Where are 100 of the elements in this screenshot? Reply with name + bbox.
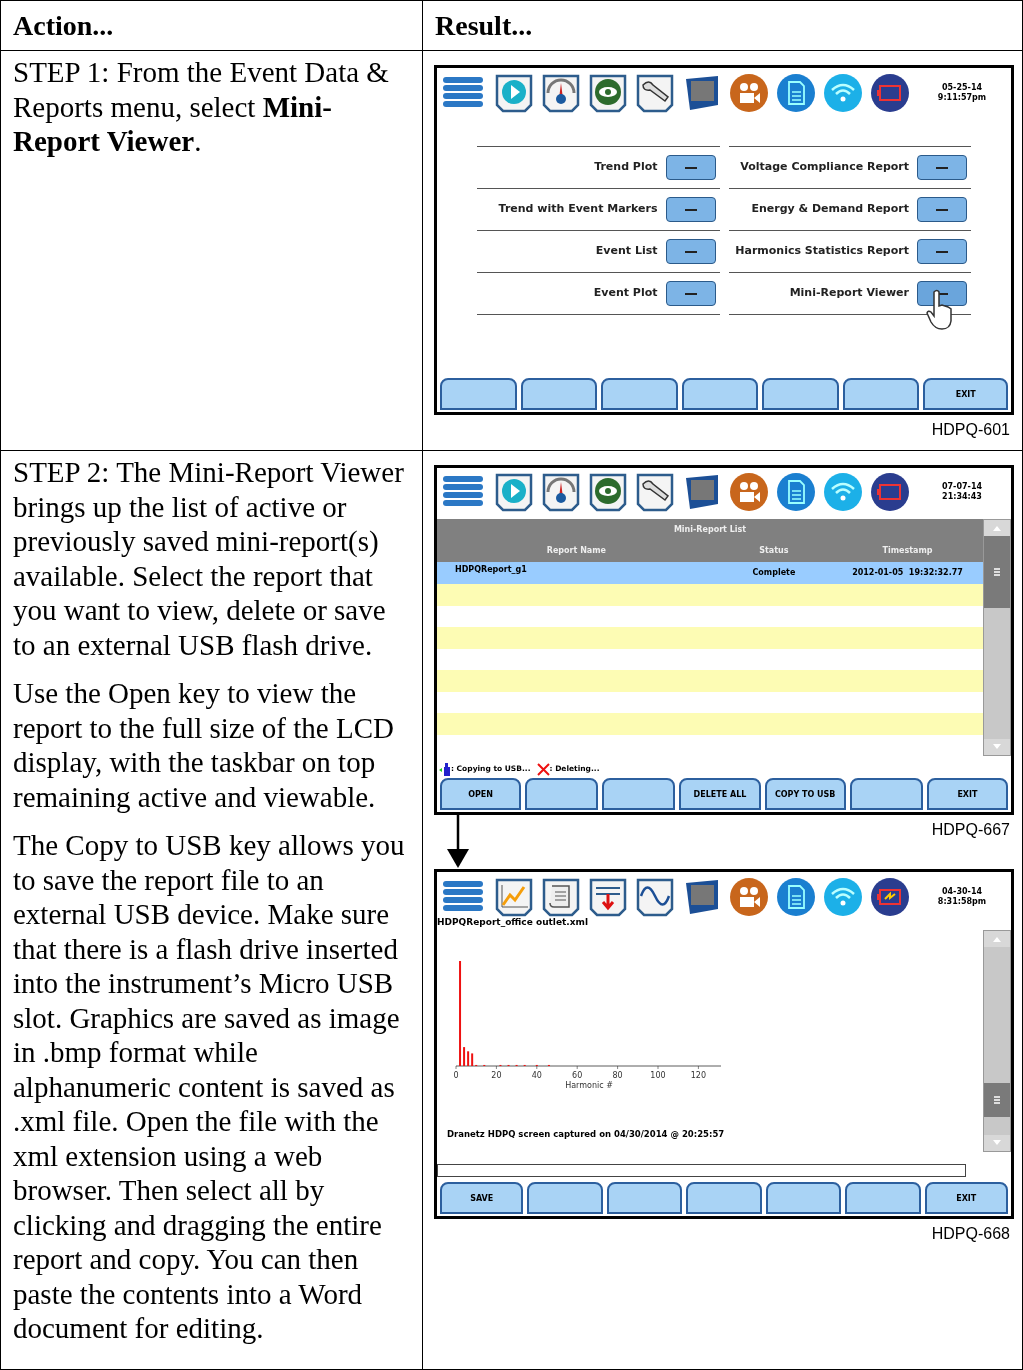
softkey-button[interactable]: [765, 1182, 842, 1214]
eye-icon[interactable]: [588, 72, 628, 113]
time-text: 21:34:43: [942, 492, 982, 502]
figure-caption: HDPQ-668: [931, 1224, 1010, 1244]
date-text: 07-07-14: [941, 482, 982, 492]
minus-icon: [684, 208, 697, 211]
menu-item-label: Event List: [595, 243, 658, 260]
play-icon[interactable]: [494, 72, 534, 113]
play-icon[interactable]: [494, 472, 534, 512]
softkey-button[interactable]: [842, 378, 920, 410]
battery-icon[interactable]: [870, 876, 910, 917]
minus-icon: [936, 208, 948, 211]
battery-icon[interactable]: [870, 472, 910, 512]
tick-label: 0: [453, 1071, 459, 1080]
minus-icon: [684, 166, 697, 169]
time-text: 8:31:58pm: [937, 896, 987, 907]
softkey-button[interactable]: SAVE: [440, 1182, 524, 1214]
wrench-icon[interactable]: [635, 72, 675, 113]
softkey-button[interactable]: [845, 1182, 921, 1214]
menu-item-label: Harmonics Statistics Report: [735, 243, 909, 260]
tick-label: 60: [572, 1071, 583, 1080]
axis-label: Harmonic #: [565, 1081, 613, 1090]
movie-camera-icon[interactable]: [729, 72, 769, 113]
battery-icon[interactable]: [870, 72, 910, 113]
step-paragraph: The Copy to USB key allows you to save the report file to an external USB device. Make sure that there is a flash drive inserted into the instrument’s Micro USB slot. Graphics are saved as image in .bmp format while alphanumeric content is saved as .xml file. Open the file with the xml extension using a web browser. Then select all by clicking and dragging the entire report and copy. You can then paste the contents into a Word document for editing.: [13, 828, 406, 1346]
document-icon[interactable]: [776, 72, 816, 113]
table-cell-text: HDPQReport_g1: [454, 564, 528, 576]
tick-label: 40: [531, 1071, 542, 1080]
gauge-icon[interactable]: [541, 472, 581, 512]
softkey-button[interactable]: [681, 378, 759, 410]
document-icon[interactable]: [776, 876, 816, 917]
menu-item-label: Voltage Compliance Report: [740, 159, 909, 176]
menu-item-label: Energy & Demand Report: [751, 201, 909, 218]
sine-wave-icon[interactable]: [635, 876, 675, 917]
softkey-button[interactable]: [520, 378, 598, 410]
menu-item-button[interactable]: [665, 239, 716, 264]
scroll-bar[interactable]: [983, 519, 1011, 756]
softkey-button[interactable]: EXIT: [923, 378, 1009, 410]
capture-note: Dranetz HDPQ screen captured on 04/30/2014 @ 20:25:57: [447, 1128, 726, 1141]
tick-label: 100: [650, 1071, 666, 1080]
softkey-button[interactable]: EXIT: [926, 778, 1008, 810]
step-paragraph: STEP 1: From the Event Data & Reports menu, select Mini-Report Viewer.: [13, 55, 390, 159]
softkey-button[interactable]: [602, 778, 676, 810]
softkey-button[interactable]: DELETE ALL: [679, 778, 761, 810]
download-icon[interactable]: [588, 876, 628, 917]
menu-item-label: Event Plot: [593, 285, 658, 302]
minus-icon: [936, 166, 948, 169]
column-header: Report Name: [546, 545, 606, 557]
menu-item-button[interactable]: [665, 197, 716, 222]
tick-label: 120: [690, 1071, 707, 1080]
eye-icon[interactable]: [588, 472, 628, 512]
wrench-icon[interactable]: [635, 472, 675, 512]
table-cell: Complete: [752, 567, 796, 579]
menu-item-label: Trend Plot: [594, 159, 658, 176]
tick-label: 80: [612, 1071, 623, 1080]
scroll-bar[interactable]: [983, 930, 1011, 1152]
figure-caption: HDPQ-601: [931, 420, 1010, 440]
softkey-button[interactable]: OPEN: [440, 778, 522, 810]
column-heading: Action...: [13, 8, 114, 43]
date-text: 04-30-14: [941, 886, 982, 897]
movie-camera-icon[interactable]: [729, 876, 769, 917]
step-paragraph: Use the Open key to view the report to the full size of the LCD display, with the taskbar on top remaining active and viewable.: [13, 676, 395, 814]
list-title: Mini-Report List: [673, 524, 747, 536]
softkey-button[interactable]: [601, 378, 678, 410]
menu-item-label: Mini-Report Viewer: [789, 285, 909, 302]
gauge-icon[interactable]: [541, 72, 581, 113]
minus-icon: [936, 250, 948, 253]
report-row[interactable]: HDPQReport_g1 Complete 2012-01-05 19:32:32.77: [437, 562, 983, 584]
scroll-thumb[interactable]: [984, 1083, 1010, 1117]
file-name: HDPQReport_office outlet.xml: [437, 917, 589, 928]
hand-pointer-icon: [925, 289, 955, 331]
softkey-button[interactable]: EXIT: [924, 1182, 1008, 1214]
softkey-button[interactable]: [686, 1182, 762, 1214]
menu-item-button[interactable]: [665, 155, 716, 180]
minus-icon: [684, 250, 697, 253]
softkey-button[interactable]: [525, 778, 599, 810]
softkey-button[interactable]: [606, 1182, 683, 1214]
softkey-button[interactable]: [762, 378, 839, 410]
table-cell: 2012-01-05 19:32:32.77: [852, 567, 963, 579]
scroll-icon[interactable]: [541, 876, 581, 917]
column-heading: Result...: [435, 8, 533, 43]
text-field[interactable]: [437, 1164, 966, 1177]
scroll-thumb[interactable]: [984, 536, 1010, 608]
softkey-button[interactable]: [849, 778, 923, 810]
document-icon[interactable]: [776, 472, 816, 512]
softkey-button[interactable]: [440, 378, 517, 410]
tick-label: 20: [491, 1071, 502, 1080]
menu-item-button[interactable]: [665, 281, 716, 306]
softkey-button[interactable]: COPY TO USB: [764, 778, 846, 810]
column-header: Timestamp: [882, 545, 933, 557]
usb-copy-icon: [439, 762, 451, 776]
step-paragraph: STEP 2: The Mini-Report Viewer brings up the list of active or previously saved mini-report(s) available. Select the report that you want to view, delete or save to an external USB flash drive.: [13, 455, 405, 662]
movie-camera-icon[interactable]: [729, 472, 769, 512]
softkey-button[interactable]: [527, 1182, 603, 1214]
menu-item-label: Trend with Event Markers: [498, 201, 658, 218]
time-text: 9:11:57pm: [937, 92, 987, 103]
date-text: 05-25-14: [941, 82, 982, 93]
delete-cross-icon: [536, 762, 550, 776]
figure-caption: HDPQ-667: [931, 820, 1010, 840]
line-chart-icon[interactable]: [494, 876, 534, 917]
